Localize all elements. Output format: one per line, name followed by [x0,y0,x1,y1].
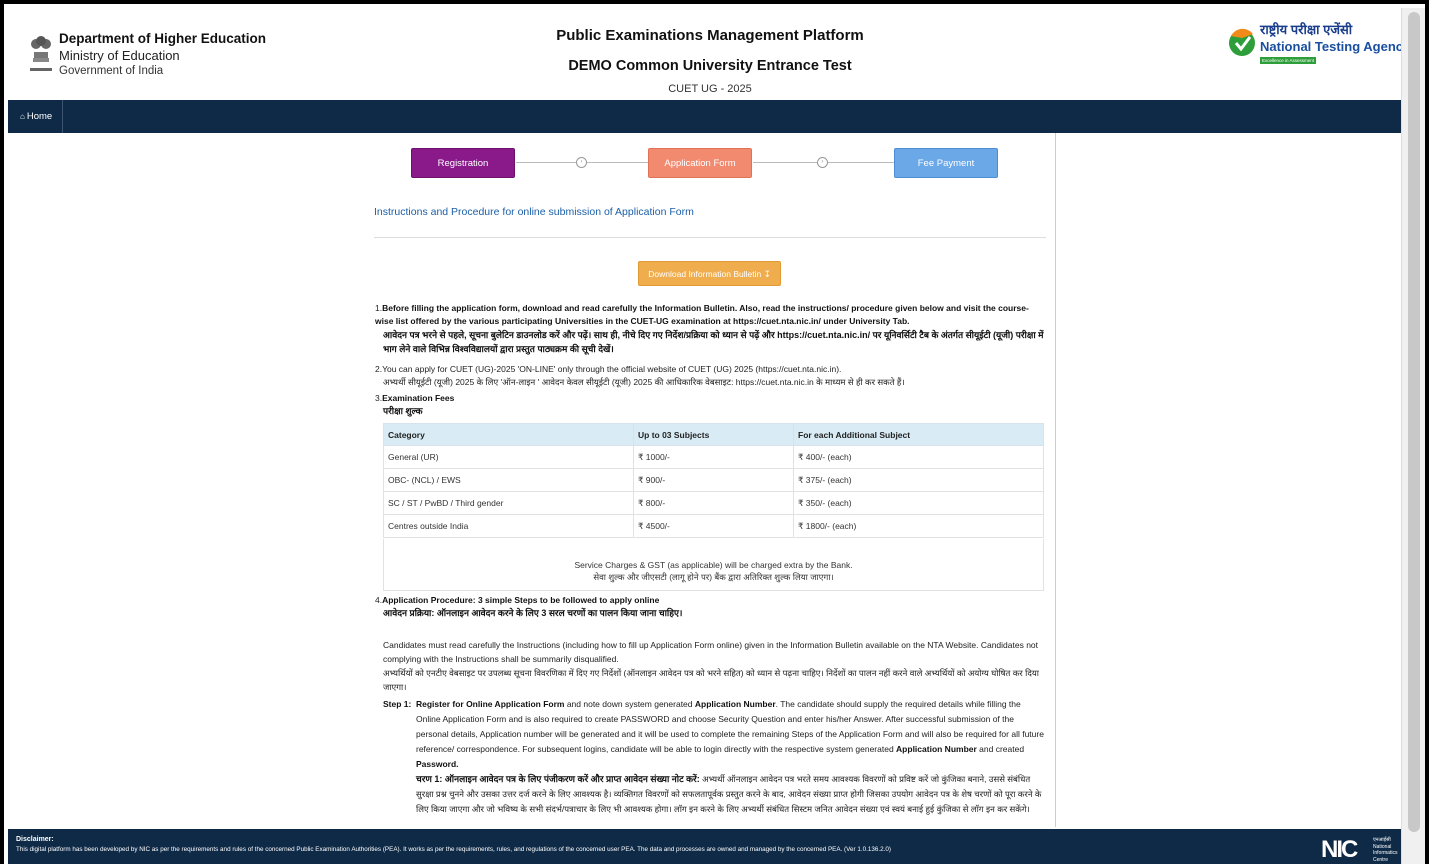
cell-category: OBC- (NCL) / EWS [383,468,634,492]
top-nav: ⌂ Home [8,100,1409,133]
nic-logo-text: NIC [1321,836,1358,863]
nic-logo-sub: एनआईसी National Informatics Centre [1373,837,1397,863]
step-registration[interactable]: Registration [411,148,515,178]
cell-fee: ₹ 1000/- [633,445,794,469]
cell-additional: ₹ 400/- (each) [793,445,1044,469]
cell-category: SC / ST / PwBD / Third gender [383,491,634,515]
instruction-2: 2.You can apply for CUET (UG)-2025 'ON-L… [375,363,1047,389]
cell-additional: ₹ 1800/- (each) [793,514,1044,538]
site-header: Department of Higher Education Ministry … [8,8,1411,100]
instruction-1: 1.Before filling the application form, d… [375,302,1047,356]
instruction-4: 4.Application Procedure: 3 simple Steps … [375,594,1047,620]
nic-sub-3: Centre [1373,856,1389,863]
nta-logo: राष्ट्रीय परीक्षा एजेंसी National Testin… [1226,22,1411,72]
cell-category: Centres outside India [383,514,634,538]
candidates-note-en: Candidates must read carefully the Instr… [383,640,1039,664]
cell-fee: ₹ 900/- [633,468,794,492]
nta-tagline: Excellence in Assessment [1260,57,1317,64]
cell-additional: ₹ 350/- (each) [793,491,1044,515]
ministry-name: Ministry of Education [59,48,180,63]
step-application-form[interactable]: Application Form [648,148,752,178]
disclaimer-label: Disclaimer: [16,836,54,843]
instruction-2-hi: अभ्यर्थी सीयूईटी (यूजी) 2025 के लिए 'ऑन-… [383,377,905,387]
candidates-note-hi: अभ्यर्थियों को एनटीए वेबसाइट पर उपलब्ध स… [383,668,1039,692]
nic-logo: NIC एनआईसी National Informatics Centre [1321,836,1407,864]
table-row: OBC- (NCL) / EWS ₹ 900/- ₹ 375/- (each) [383,468,1044,492]
fee-note: Service Charges & GST (as applicable) wi… [383,539,1044,591]
browser-frame: Department of Higher Education Ministry … [0,0,1429,864]
download-icon: ↧ [761,269,771,279]
step-1-appnum: Application Number [694,699,776,709]
col-up-to-3: Up to 03 Subjects [633,423,794,446]
step-1-label: Step 1: [383,699,412,709]
step-1-hi-lead: चरण 1: ऑनलाइन आवेदन पत्र के लिए पंजीकरण … [416,774,700,784]
col-additional: For each Additional Subject [793,423,1044,446]
nta-check-icon [1229,28,1255,56]
nta-english: National Testing Agency [1260,39,1411,54]
instruction-4-hi: आवेदन प्रक्रिया: ऑनलाइन आवेदन करने के लि… [383,608,683,618]
national-emblem-icon [30,36,52,71]
site-footer: Disclaimer: This digital platform has be… [8,829,1409,864]
step-fee-payment[interactable]: Fee Payment [894,148,998,178]
exam-title: DEMO Common University Entrance Test [568,58,852,74]
instruction-1-en: Before filling the application form, dow… [375,303,1029,326]
table-row: General (UR) ₹ 1000/- ₹ 400/- (each) [383,445,1044,469]
step-1-body: Register for Online Application Form and… [416,697,1046,817]
nic-sub-2: Informatics [1373,850,1398,856]
fee-table: Category Up to 03 Subjects For each Addi… [383,423,1044,538]
instructions-title: Instructions and Procedure for online su… [374,206,694,218]
dept-name: Department of Higher Education [59,31,267,46]
download-bulletin-button[interactable]: Download Information Bulletin ↧ [638,261,781,286]
step-1-appnum-2: Application Number [896,744,977,754]
step-arrow-icon: › [576,157,587,168]
nta-hindi: राष्ट्रीय परीक्षा एजेंसी [1260,22,1353,37]
instruction-2-en: 2.You can apply for CUET (UG)-2025 'ON-L… [375,364,842,374]
candidates-note: Candidates must read carefully the Instr… [383,638,1047,694]
home-icon: ⌂ [20,112,25,121]
step-1-hi: चरण 1: ऑनलाइन आवेदन पत्र के लिए पंजीकरण … [416,772,1046,817]
government-name: Government of India [59,65,164,77]
cell-fee: ₹ 4500/- [633,514,794,538]
scrollbar-thumb[interactable] [1408,12,1420,832]
instruction-3-hi: परीक्षा शुल्क [383,406,423,416]
download-label: Download Information Bulletin [648,269,762,279]
divider [374,237,1046,238]
table-row: Centres outside India ₹ 4500/- ₹ 1800/- … [383,514,1044,538]
home-link[interactable]: ⌂ Home [8,100,63,133]
fee-note-en: Service Charges & GST (as applicable) wi… [574,560,853,570]
col-category: Category [383,423,634,446]
home-label: Home [26,111,53,122]
main-content: › › Registration Application Form Fee Pa… [366,133,1056,827]
vertical-scrollbar[interactable] [1401,8,1425,864]
instruction-1-hi: आवेदन पत्र भरने से पहले, सूचना बुलेटिन ड… [383,330,1044,354]
instruction-4-en: Application Procedure: 3 simple Steps to… [382,595,660,605]
step-1-text-c: and created [976,744,1025,754]
instruction-3-en: Examination Fees [382,393,455,403]
cell-fee: ₹ 800/- [633,491,794,515]
fee-note-hi: सेवा शुल्क और जीएसटी (लागू होने पर) बैंक… [593,572,834,582]
exam-code: CUET UG - 2025 [668,83,752,95]
header-titles: Public Examinations Management Platform … [510,26,910,96]
step-1-lead: Register for Online Application Form [416,699,565,709]
step-1-password: Password. [416,759,459,769]
instruction-3: 3.Examination Fees परीक्षा शुल्क [375,392,1047,418]
table-header-row: Category Up to 03 Subjects For each Addi… [383,423,1044,446]
disclaimer-text: This digital platform has been developed… [16,846,891,853]
cell-additional: ₹ 375/- (each) [793,468,1044,492]
cell-category: General (UR) [383,445,634,469]
platform-title: Public Examinations Management Platform [556,27,864,44]
step-arrow-icon: › [817,157,828,168]
table-row: SC / ST / PwBD / Third gender ₹ 800/- ₹ … [383,491,1044,515]
step-1-text-a: and note down system generated [564,699,695,709]
